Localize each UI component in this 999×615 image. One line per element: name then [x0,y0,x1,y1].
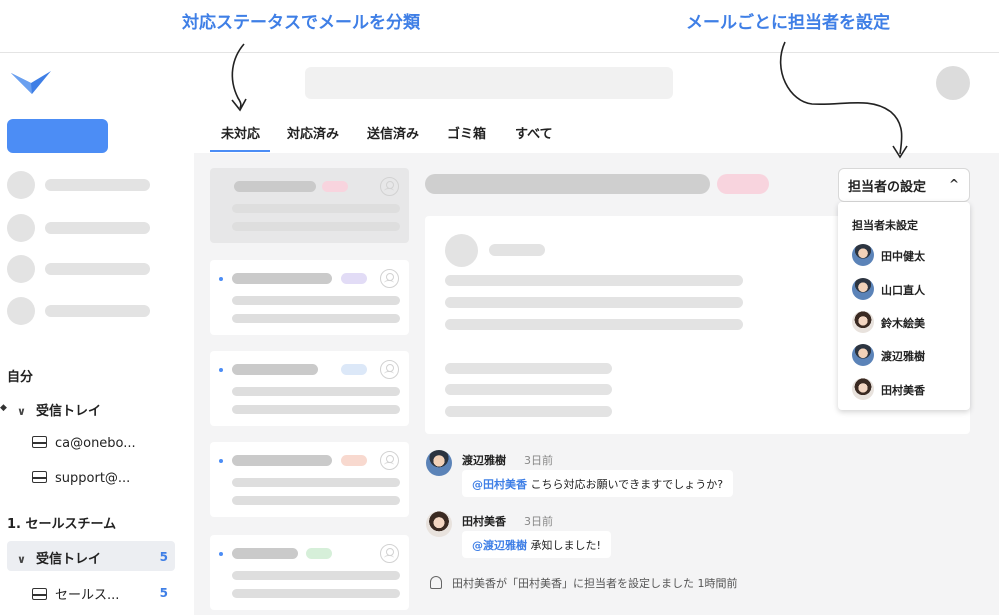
assignee-avatar [852,311,874,333]
mail-label-chip [717,174,769,194]
assignee-placeholder-icon [380,544,399,563]
sidebar-account-label: support@... [55,471,131,486]
tab-all[interactable]: すべて [515,123,553,142]
message-list-item[interactable] [210,168,409,243]
message-list-item[interactable] [210,442,409,517]
assignee-placeholder-icon [380,451,399,470]
assignee-placeholder-icon [380,360,399,379]
user-avatar[interactable] [936,66,970,100]
comment-time: 3日前 [524,454,553,467]
unread-count-badge: 5 [159,586,168,600]
inbox-icon [32,436,47,448]
sidebar-account-item[interactable]: support@... [32,471,130,486]
activity-log: 田村美香が「田村美香」に担当者を設定しました 1時間前 [430,575,738,591]
assignee-button-label: 担当者の設定 [848,179,927,195]
assignee-avatar [852,244,874,266]
comment-bubble: @渡辺雅樹 承知しました! [462,531,611,558]
unread-dot [219,277,223,281]
comment-text: こちら対応お願いできますでしょうか? [530,478,724,491]
message-list-item[interactable] [210,535,409,610]
sidebar-placeholder-item[interactable] [7,255,157,283]
comment-time: 3日前 [524,515,553,528]
assignee-name: 渡辺雅樹 [881,350,925,363]
assignee-avatar [852,378,874,400]
assignee-name: 鈴木絵美 [881,317,925,330]
commenter-avatar [426,511,452,537]
chevron-up-icon: ^ [948,177,959,191]
sidebar-account-item[interactable]: セールス... [32,584,119,603]
comment-text: 承知しました! [530,539,601,552]
chevron-down-icon: ∨ [17,553,26,566]
arrow-to-assignee [779,41,903,155]
sidebar-section-self: 自分 [7,370,34,385]
chevron-down-icon: ∨ [17,405,26,418]
sidebar-account-label: セールス... [55,588,120,603]
assignee-option-unassigned[interactable]: 担当者未設定 [852,217,918,233]
sidebar: 自分 ◆ ∨ 受信トレイ ca@onebo... support@... 1. セ… [0,53,194,615]
tab-handled[interactable]: 対応済み [287,123,339,142]
mail-subject-placeholder [425,174,710,194]
tab-unhandled[interactable]: 未対応 [221,123,260,142]
commenter-avatar [426,450,452,476]
tab-sent[interactable]: 送信済み [367,123,419,142]
sidebar-placeholder-item[interactable] [7,171,157,199]
assignee-setting-button[interactable]: 担当者の設定 ^ [838,168,970,202]
caption-status-classification: 対応ステータスでメールを分類 [182,13,420,33]
assignee-placeholder-icon [380,269,399,288]
assignee-name: 田中健太 [881,250,925,263]
unread-count-badge: 5 [159,550,168,564]
sidebar-section-team: 1. セールスチーム [7,517,117,532]
assignee-option[interactable]: 田村美香 [852,377,962,403]
assignee-name: 田村美香 [881,384,925,397]
mention-link[interactable]: @渡辺雅樹 [472,539,527,552]
assignee-placeholder-icon [380,177,399,196]
sidebar-inbox-self[interactable]: ∨ 受信トレイ [17,400,101,419]
search-input[interactable] [305,67,673,99]
assignee-option[interactable]: 田中健太 [852,243,962,269]
inbox-icon [32,588,47,600]
comment-author: 田村美香 [462,515,506,528]
comment-author: 渡辺雅樹 [462,454,506,467]
sidebar-account-item[interactable]: ca@onebo... [32,436,136,451]
sender-avatar [445,234,478,267]
compose-button[interactable] [7,119,108,153]
assignee-dropdown-menu: 担当者未設定 田中健太 山口直人 鈴木絵美 渡辺雅樹 田村美香 [838,202,970,410]
app-logo [11,71,51,94]
sidebar-inbox-label: 受信トレイ [35,404,101,419]
comment-bubble: @田村美香 こちら対応お願いできますでしょうか? [462,470,734,497]
unread-dot [219,459,223,463]
unread-dot [219,552,223,556]
active-tab-indicator [210,150,270,152]
sidebar-account-label: ca@onebo... [55,436,136,451]
bell-icon [430,576,442,589]
tab-trash[interactable]: ゴミ箱 [447,123,486,142]
mention-link[interactable]: @田村美香 [472,478,527,491]
assignee-avatar [852,278,874,300]
assignee-name: 山口直人 [881,284,925,297]
message-list-item[interactable] [210,351,409,426]
assignee-option[interactable]: 鈴木絵美 [852,310,962,336]
arrow-to-tabs [231,43,245,109]
assignee-avatar [852,344,874,366]
assignee-option[interactable]: 渡辺雅樹 [852,343,962,369]
inbox-icon [32,471,47,483]
sidebar-inbox-label: 受信トレイ [35,552,101,567]
activity-text: 田村美香が「田村美香」に担当者を設定しました 1時間前 [452,577,738,590]
sidebar-placeholder-item[interactable] [7,214,157,242]
sidebar-inbox-team[interactable]: ∨ 受信トレイ [17,548,101,567]
caption-assignee-setting: メールごとに担当者を設定 [686,13,890,33]
sidebar-placeholder-item[interactable] [7,297,157,325]
expand-marker-icon: ◆ [0,403,7,413]
assignee-option[interactable]: 山口直人 [852,277,962,303]
message-list-item[interactable] [210,260,409,335]
unread-dot [219,368,223,372]
